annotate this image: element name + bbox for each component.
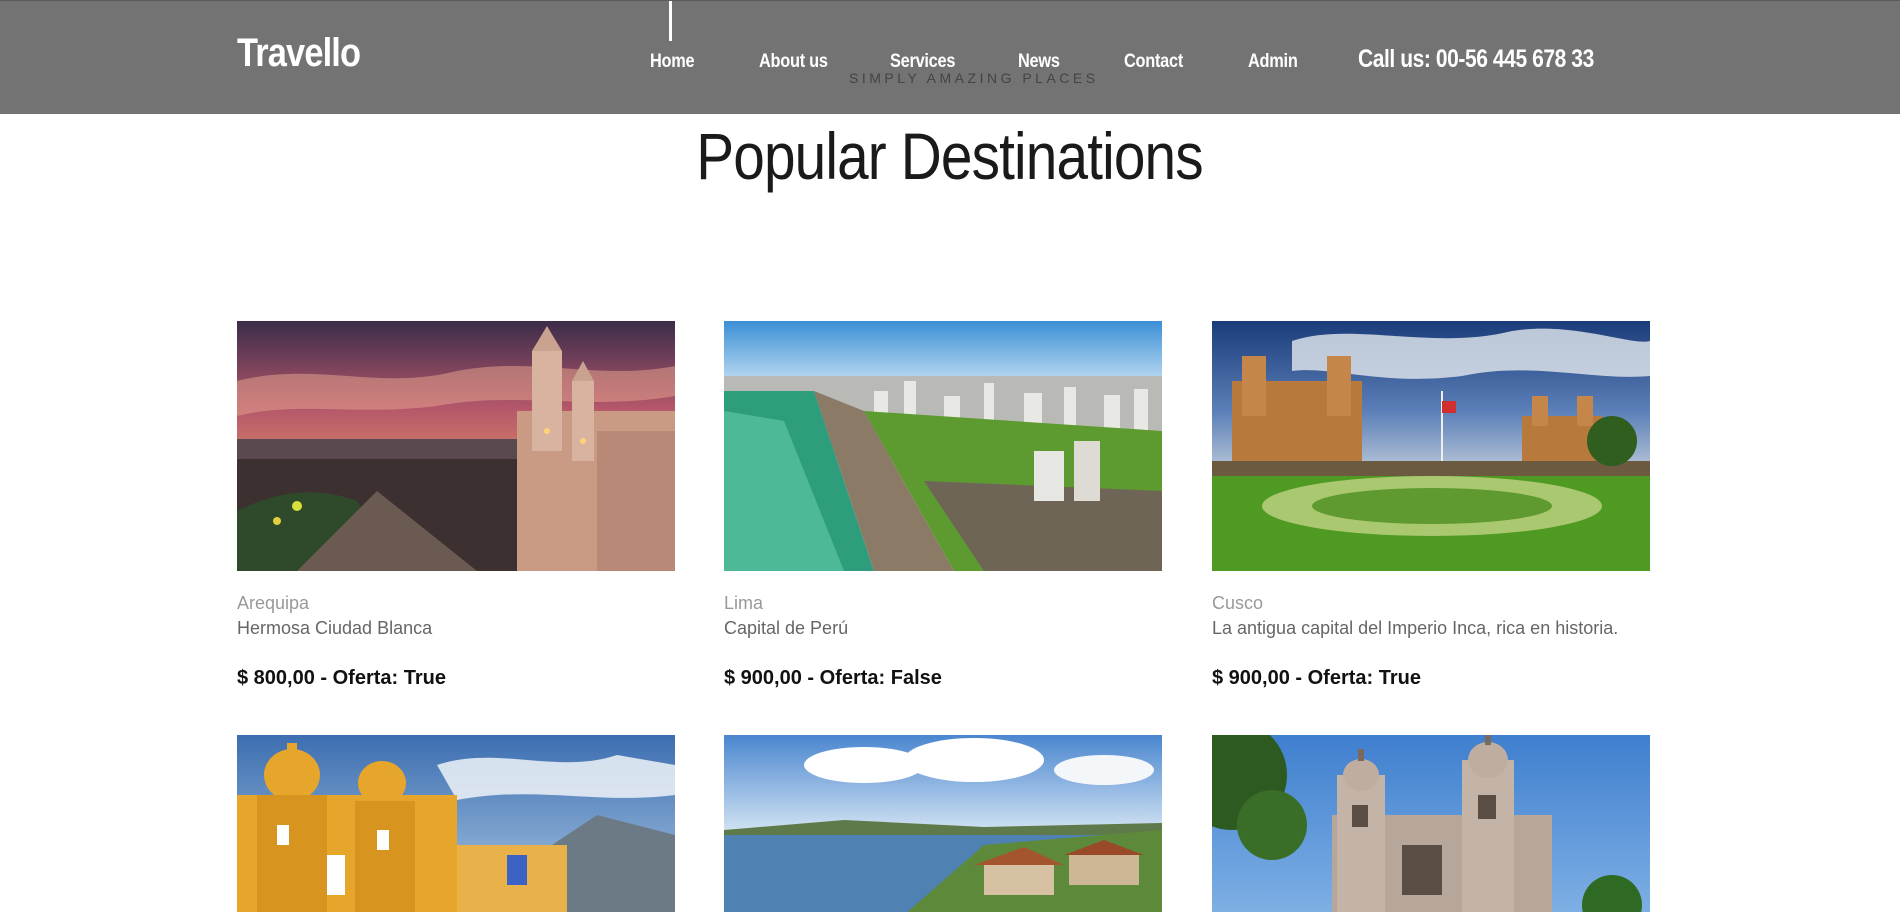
- active-nav-indicator: [669, 1, 672, 41]
- destination-image-trujillo[interactable]: [237, 735, 675, 912]
- destination-card[interactable]: [237, 735, 675, 912]
- destination-description: Capital de Perú: [724, 618, 849, 638]
- tagline: SIMPLY AMAZING PLACES: [849, 70, 1099, 86]
- destination-description: Hermosa Ciudad Blanca: [237, 618, 433, 638]
- destination-card[interactable]: Cusco La antigua capital del Imperio Inc…: [1212, 321, 1650, 689]
- destination-card[interactable]: Lima Capital de Perú $ 900,00 - Oferta: …: [724, 321, 1162, 689]
- site-logo[interactable]: Travello: [237, 31, 361, 76]
- destination-image-lima[interactable]: [724, 321, 1162, 571]
- destination-image-cusco[interactable]: [1212, 321, 1650, 571]
- destination-card[interactable]: [724, 735, 1162, 912]
- destination-city: Lima: [724, 593, 764, 613]
- site-header: Travello Home About us Services News Con…: [0, 0, 1900, 114]
- destination-city: Cusco: [1212, 593, 1264, 613]
- destination-price: $ 800,00 - Oferta: True: [237, 667, 446, 689]
- nav-contact[interactable]: Contact: [1124, 51, 1183, 73]
- destination-price: $ 900,00 - Oferta: False: [724, 667, 942, 689]
- call-us-phone[interactable]: Call us: 00-56 445 678 33: [1358, 45, 1594, 74]
- destination-city: Arequipa: [237, 593, 310, 613]
- section-title: Popular Destinations: [0, 118, 1900, 194]
- nav-home[interactable]: Home: [650, 51, 695, 73]
- destination-card[interactable]: [1212, 735, 1650, 912]
- destination-image-lake[interactable]: [724, 735, 1162, 912]
- nav-about-us[interactable]: About us: [759, 51, 828, 73]
- destination-card[interactable]: Arequipa Hermosa Ciudad Blanca $ 800,00 …: [237, 321, 675, 689]
- nav-admin[interactable]: Admin: [1248, 51, 1298, 73]
- destination-description: La antigua capital del Imperio Inca, ric…: [1212, 618, 1619, 638]
- destination-image-arequipa[interactable]: [237, 321, 675, 571]
- destination-image-cathedral[interactable]: [1212, 735, 1650, 912]
- destination-price: $ 900,00 - Oferta: True: [1212, 667, 1421, 689]
- section-title-text: Popular Destinations: [696, 119, 1204, 193]
